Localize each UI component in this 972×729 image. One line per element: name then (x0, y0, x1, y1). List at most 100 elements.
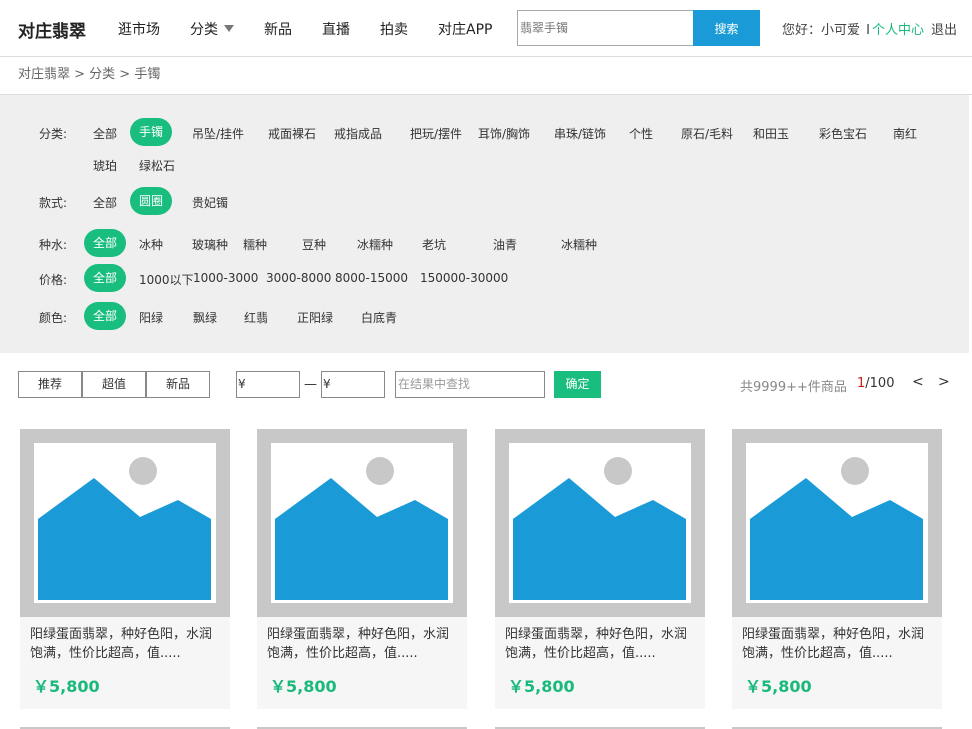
filter-label-style: 款式: (39, 196, 68, 210)
filter-label-category: 分类: (39, 127, 68, 141)
filter-row-category-2: 琥珀 绿松石 (0, 150, 969, 178)
top-header: 对庄翡翠 逛市场 分类 新品 直播 拍卖 对庄APP 搜索 您好：小可爱 I个人… (0, 0, 972, 57)
product-name: 阳绿蛋面翡翠，种好色阳，水润饱满，性价比超高，值..... (30, 627, 213, 661)
personal-center-link[interactable]: 个人中心 (872, 23, 924, 38)
filter-category-all[interactable]: 全部 (93, 125, 117, 142)
product-card[interactable]: 阳绿蛋面翡翠，种好色阳，水润饱满，性价比超高，值..... ￥5,800 (495, 429, 705, 709)
filter-style-round[interactable]: 圆圈 (130, 187, 173, 215)
filter-category-nanhong[interactable]: 南红 (893, 125, 917, 142)
nav-auction[interactable]: 拍卖 (380, 19, 408, 39)
filter-color-zhengyanglv[interactable]: 正阳绿 (297, 309, 333, 326)
filter-style-guifei[interactable]: 贵妃镯 (192, 194, 228, 211)
filter-variety-all[interactable]: 全部 (84, 229, 127, 257)
filter-panel: 分类: 全部 手镯 吊坠/挂件 戒面裸石 戒指成品 把玩/摆件 耳饰/胸饰 串珠… (0, 95, 969, 353)
nav-app[interactable]: 对庄APP (438, 19, 492, 39)
filter-color-baidiqing[interactable]: 白底青 (361, 309, 397, 326)
filter-category-hetian[interactable]: 和田玉 (753, 125, 789, 142)
product-image (732, 429, 942, 617)
price-min-input[interactable]: ¥ (236, 371, 300, 398)
filter-category-pendant[interactable]: 吊坠/挂件 (192, 125, 244, 142)
total-count: 共9999++件商品 (740, 380, 847, 395)
product-card[interactable]: 阳绿蛋面翡翠，种好色阳，水润饱满，性价比超高，值..... ￥5,800 (257, 429, 467, 709)
greeting-text: 您好： (782, 23, 822, 38)
filter-variety-old-pit[interactable]: 老坑 (422, 236, 446, 253)
filter-row-variety: 种水: 全部 冰种 玻璃种 糯种 豆种 冰糯种 老坑 油青 冰糯种 (0, 229, 969, 257)
filter-color-hongfei[interactable]: 红翡 (244, 309, 268, 326)
next-page-button[interactable]: > (938, 374, 950, 390)
site-logo[interactable]: 对庄翡翠 (18, 17, 86, 42)
filter-price-8000-15000[interactable]: 8000-15000 (335, 271, 408, 285)
product-name: 阳绿蛋面翡翠，种好色阳，水润饱满，性价比超高，值..... (505, 627, 688, 661)
nav-category[interactable]: 分类 (190, 19, 234, 39)
product-image (20, 429, 230, 617)
product-image (495, 429, 705, 617)
filter-category-ornament[interactable]: 把玩/摆件 (410, 125, 462, 142)
filter-variety-ice-glutinous[interactable]: 冰糯种 (357, 236, 393, 253)
price-max-input[interactable]: ¥ (321, 371, 385, 398)
filter-label-price: 价格: (39, 273, 68, 287)
filter-price-all[interactable]: 全部 (84, 264, 127, 292)
nav-auction-label: 拍卖 (380, 21, 408, 38)
filter-category-rough[interactable]: 原石/毛料 (681, 125, 733, 142)
product-name: 阳绿蛋面翡翠，种好色阳，水润饱满，性价比超高，值..... (742, 627, 925, 661)
filter-style-all[interactable]: 全部 (93, 194, 117, 211)
filter-price-under-1000[interactable]: 1000以下 (139, 271, 194, 288)
nav-new[interactable]: 新品 (264, 19, 292, 39)
nav-new-label: 新品 (264, 21, 292, 38)
sort-value-button[interactable]: 超值 (82, 371, 146, 398)
search-box: 搜索 (517, 10, 760, 46)
nav-market-label: 逛市场 (118, 21, 160, 38)
find-in-results-input[interactable]: 在结果中查找 (395, 371, 545, 398)
nav-category-label: 分类 (190, 21, 218, 38)
logout-link[interactable]: 退出 (931, 23, 957, 38)
main-nav: 逛市场 分类 新品 直播 拍卖 对庄APP (118, 0, 522, 57)
nav-live-label: 直播 (322, 21, 350, 38)
product-card[interactable]: 阳绿蛋面翡翠，种好色阳，水润饱满，性价比超高，值..... ￥5,800 (732, 429, 942, 709)
filter-price-150000-30000[interactable]: 150000-30000 (420, 271, 508, 285)
filter-row-color: 颜色: 全部 阳绿 飘绿 红翡 正阳绿 白底青 (0, 302, 969, 330)
filter-row-category: 分类: 全部 手镯 吊坠/挂件 戒面裸石 戒指成品 把玩/摆件 耳饰/胸饰 串珠… (0, 118, 969, 146)
user-area: 您好：小可爱 I 个人中心 退出 (782, 19, 957, 38)
product-price: ￥5,800 (745, 677, 812, 696)
filter-category-bracelet[interactable]: 手镯 (130, 118, 173, 146)
filter-variety-glutinous[interactable]: 糯种 (243, 236, 267, 253)
filter-category-ring[interactable]: 戒指成品 (334, 125, 382, 142)
filter-row-style: 款式: 全部 圆圈 贵妃镯 (0, 187, 969, 215)
filter-price-3000-8000[interactable]: 3000-8000 (266, 271, 331, 285)
search-button[interactable]: 搜索 (693, 10, 760, 46)
filter-variety-ice-glutinous-2[interactable]: 冰糯种 (561, 236, 597, 253)
filter-variety-ice[interactable]: 冰种 (139, 236, 163, 253)
filter-row-price: 价格: 全部 1000以下 1000-3000 3000-8000 8000-1… (0, 264, 969, 292)
product-name: 阳绿蛋面翡翠，种好色阳，水润饱满，性价比超高，值..... (267, 627, 450, 661)
user-separator: I (866, 23, 871, 38)
filter-category-turquoise[interactable]: 绿松石 (139, 157, 175, 174)
username[interactable]: 小可爱 (821, 23, 860, 38)
product-card[interactable]: 阳绿蛋面翡翠，种好色阳，水润饱满，性价比超高，值..... ￥5,800 (20, 429, 230, 709)
image-placeholder-icon (746, 443, 928, 603)
sort-recommend-button[interactable]: 推荐 (18, 371, 82, 398)
filter-category-ring-face[interactable]: 戒面裸石 (268, 125, 316, 142)
product-grid: 阳绿蛋面翡翠，种好色阳，水润饱满，性价比超高，值..... ￥5,800 阳绿蛋… (0, 429, 972, 729)
filter-variety-bean[interactable]: 豆种 (302, 236, 326, 253)
filter-category-amber[interactable]: 琥珀 (93, 157, 117, 174)
confirm-button[interactable]: 确定 (554, 371, 601, 398)
product-image (257, 429, 467, 617)
prev-page-button[interactable]: < (912, 374, 924, 390)
filter-category-beads[interactable]: 串珠/链饰 (554, 125, 606, 142)
sort-new-button[interactable]: 新品 (146, 371, 210, 398)
filter-variety-youqing[interactable]: 油青 (493, 236, 517, 253)
filter-category-colored-gem[interactable]: 彩色宝石 (819, 125, 867, 142)
nav-live[interactable]: 直播 (322, 19, 350, 39)
filter-color-all[interactable]: 全部 (84, 302, 127, 330)
nav-market[interactable]: 逛市场 (118, 19, 160, 39)
search-input[interactable] (517, 10, 693, 46)
filter-color-piaolv[interactable]: 飘绿 (193, 309, 217, 326)
product-price: ￥5,800 (270, 677, 337, 696)
filter-category-custom[interactable]: 个性 (629, 125, 653, 142)
image-placeholder-icon (34, 443, 216, 603)
filter-color-yanglv[interactable]: 阳绿 (139, 309, 163, 326)
caret-down-icon (224, 25, 234, 32)
filter-category-earring[interactable]: 耳饰/胸饰 (478, 125, 530, 142)
filter-price-1000-3000[interactable]: 1000-3000 (193, 271, 258, 285)
filter-variety-glass[interactable]: 玻璃种 (192, 236, 228, 253)
